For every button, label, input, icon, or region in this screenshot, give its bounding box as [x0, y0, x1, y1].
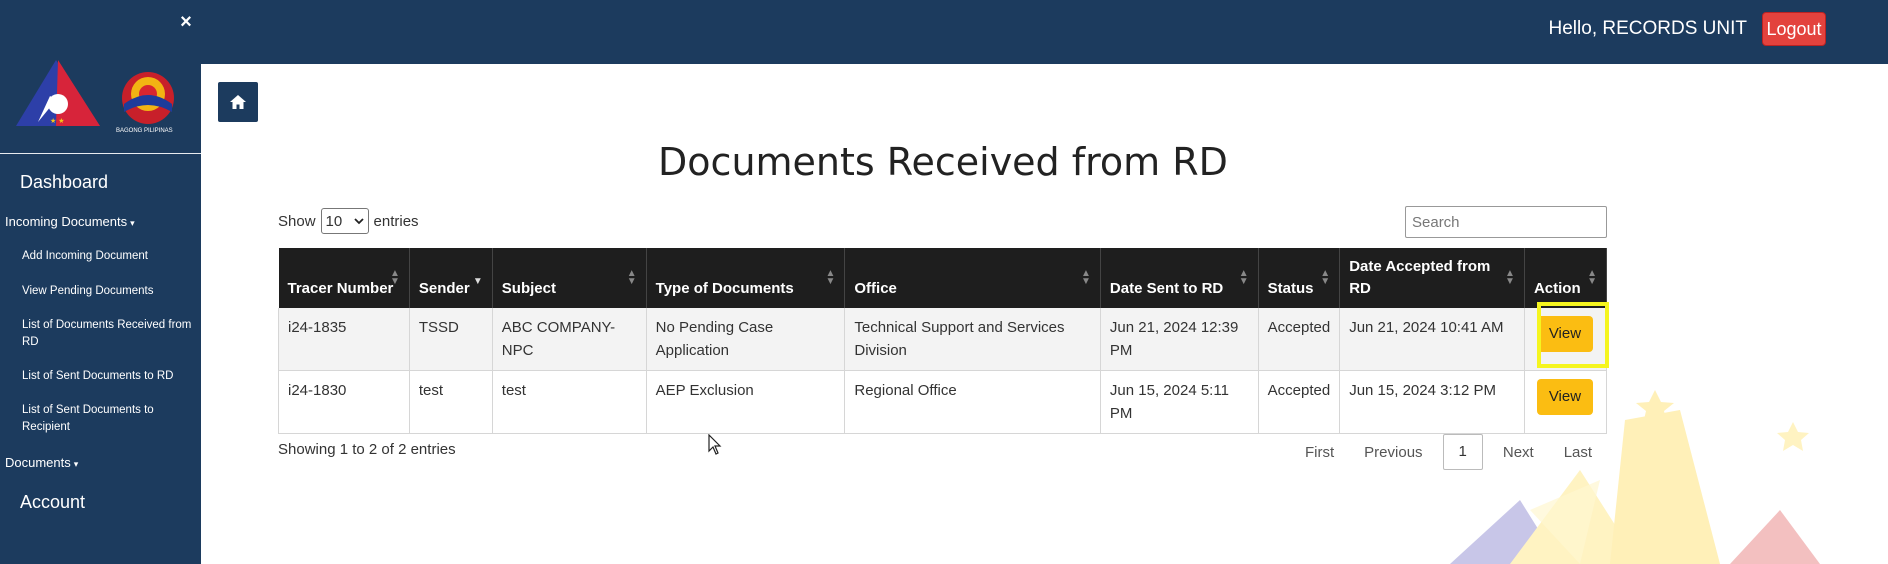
cell-office: Technical Support and Services Division	[844, 308, 1101, 371]
table-row: i24-1835 TSSD ABC COMPANY-NPC No Pending…	[278, 308, 1608, 371]
sidebar-item-label: Documents	[5, 455, 71, 470]
sidebar-item-sent-to-recipient[interactable]: List of Sent Documents to Recipient	[22, 402, 192, 436]
cell-sender: TSSD	[409, 308, 493, 371]
caret-down-icon: ▾	[73, 459, 79, 469]
sort-icon: ▲ ▼	[626, 268, 637, 287]
cell-office: Regional Office	[844, 370, 1101, 434]
sidebar-item-view-pending[interactable]: View Pending Documents	[22, 283, 192, 300]
sort-icon: ▲ ▼	[1081, 268, 1091, 287]
cell-type: AEP Exclusion	[646, 370, 846, 434]
cell-tracer: i24-1835	[278, 308, 410, 371]
page-title: Documents Received from RD	[658, 140, 1228, 184]
column-label: Type of Documents	[655, 280, 794, 297]
top-bar: Hello, RECORDS UNIT	[201, 0, 1888, 64]
agency-logos: ★ ★ BAGONG PILIPINAS	[16, 60, 174, 134]
table-info: Showing 1 to 2 of 2 entries	[278, 441, 456, 458]
sort-icon: ▼	[472, 276, 483, 287]
table-row: i24-1830 test test AEP Exclusion Regiona…	[278, 370, 1608, 434]
user-greeting: Hello, RECORDS UNIT	[1548, 18, 1747, 39]
column-label: Action	[1533, 280, 1581, 297]
sidebar-item-dashboard[interactable]: Dashboard	[20, 172, 108, 193]
page-length-control: Show 10 entries	[278, 208, 419, 234]
column-label: Tracer Number	[287, 280, 394, 297]
home-icon	[230, 95, 246, 109]
cell-sender: test	[409, 370, 493, 434]
column-header-status[interactable]: Status ▲ ▼	[1258, 248, 1341, 308]
cell-tracer: i24-1830	[278, 370, 410, 434]
pagination: First Previous 1 Next Last	[1290, 434, 1607, 470]
bagong-pilipinas-text: BAGONG PILIPINAS	[116, 128, 173, 134]
cell-status: Accepted	[1258, 308, 1341, 371]
search-input[interactable]	[1405, 206, 1607, 238]
sidebar-item-add-incoming[interactable]: Add Incoming Document	[22, 248, 192, 265]
pager-previous[interactable]: Previous	[1349, 444, 1437, 461]
column-label: Date Sent to RD	[1109, 280, 1224, 297]
cell-date-accepted: Jun 21, 2024 10:41 AM	[1339, 308, 1525, 371]
cell-type: No Pending Case Application	[646, 308, 846, 371]
sort-icon: ▲ ▼	[825, 268, 836, 287]
documents-table: Tracer Number ▲ ▼ Sender ▼ Subject ▲ ▼ Type …	[278, 248, 1608, 434]
pager-last[interactable]: Last	[1549, 444, 1607, 461]
cell-date-sent: Jun 21, 2024 12:39 PM	[1100, 308, 1259, 371]
svg-text:★ ★: ★ ★	[50, 117, 65, 125]
cell-subject: ABC COMPANY-NPC	[492, 308, 647, 371]
cell-date-sent: Jun 15, 2024 5:11 PM	[1100, 370, 1259, 434]
column-header-subject[interactable]: Subject ▲ ▼	[492, 248, 647, 308]
page-length-select[interactable]: 10	[320, 208, 369, 234]
logout-button[interactable]: Logout	[1762, 12, 1826, 46]
pager-current-page[interactable]: 1	[1442, 434, 1483, 470]
sort-icon: ▲ ▼	[389, 268, 400, 287]
column-label: Status	[1267, 280, 1314, 297]
chevron-down-icon	[353, 217, 364, 224]
column-label: Date Accepted from RD	[1349, 258, 1491, 297]
sidebar-item-sent-to-rd[interactable]: List of Sent Documents to RD	[22, 368, 192, 385]
mouse-cursor-icon	[708, 434, 722, 455]
cell-date-accepted: Jun 15, 2024 3:12 PM	[1339, 370, 1525, 434]
sidebar-item-account[interactable]: Account	[20, 492, 85, 513]
column-label: Sender	[418, 280, 470, 297]
column-label: Subject	[501, 280, 556, 297]
pager-first[interactable]: First	[1290, 444, 1349, 461]
column-header-date-sent[interactable]: Date Sent to RD ▲ ▼	[1100, 248, 1259, 308]
sidebar-item-documents[interactable]: Documents ▾	[5, 455, 78, 470]
column-header-type[interactable]: Type of Documents ▲ ▼	[646, 248, 846, 308]
view-button[interactable]: View	[1536, 379, 1593, 415]
column-header-tracer-number[interactable]: Tracer Number ▲ ▼	[278, 248, 410, 308]
pager-next[interactable]: Next	[1488, 444, 1549, 461]
page-length-value: 10	[325, 212, 343, 230]
caret-down-icon: ▾	[130, 218, 135, 228]
close-sidebar-icon[interactable]: ×	[176, 12, 196, 32]
cell-status: Accepted	[1258, 370, 1341, 434]
cell-action: View	[1524, 308, 1608, 371]
cell-action: View	[1524, 370, 1608, 434]
home-button[interactable]	[218, 82, 258, 122]
sidebar-item-incoming-documents[interactable]: Incoming Documents ▾	[5, 214, 135, 229]
entries-label: entries	[373, 212, 419, 230]
cell-subject: test	[492, 370, 647, 434]
table-header-row: Tracer Number ▲ ▼ Sender ▼ Subject ▲ ▼ Type …	[278, 248, 1608, 308]
column-header-date-accepted[interactable]: Date Accepted from RD ▲ ▼	[1339, 248, 1525, 308]
column-header-action[interactable]: Action ▲ ▼	[1524, 248, 1608, 308]
sort-icon: ▲ ▼	[1505, 268, 1515, 287]
column-label: Office	[854, 280, 897, 297]
sidebar: × ★ ★ BAGONG PILIPINAS Dashboard Incomin…	[0, 0, 201, 564]
sort-icon: ▲ ▼	[1238, 268, 1249, 287]
column-header-sender[interactable]: Sender ▼	[409, 248, 493, 308]
sidebar-divider	[0, 153, 201, 154]
sidebar-item-label: Incoming Documents	[5, 214, 128, 229]
sort-icon: ▲ ▼	[1587, 268, 1597, 287]
view-button[interactable]: View	[1536, 316, 1593, 352]
column-header-office[interactable]: Office ▲ ▼	[844, 248, 1101, 308]
sort-icon: ▲ ▼	[1320, 268, 1331, 287]
show-label: Show	[278, 212, 316, 230]
sidebar-item-received-from-rd[interactable]: List of Documents Received from RD	[22, 317, 192, 351]
